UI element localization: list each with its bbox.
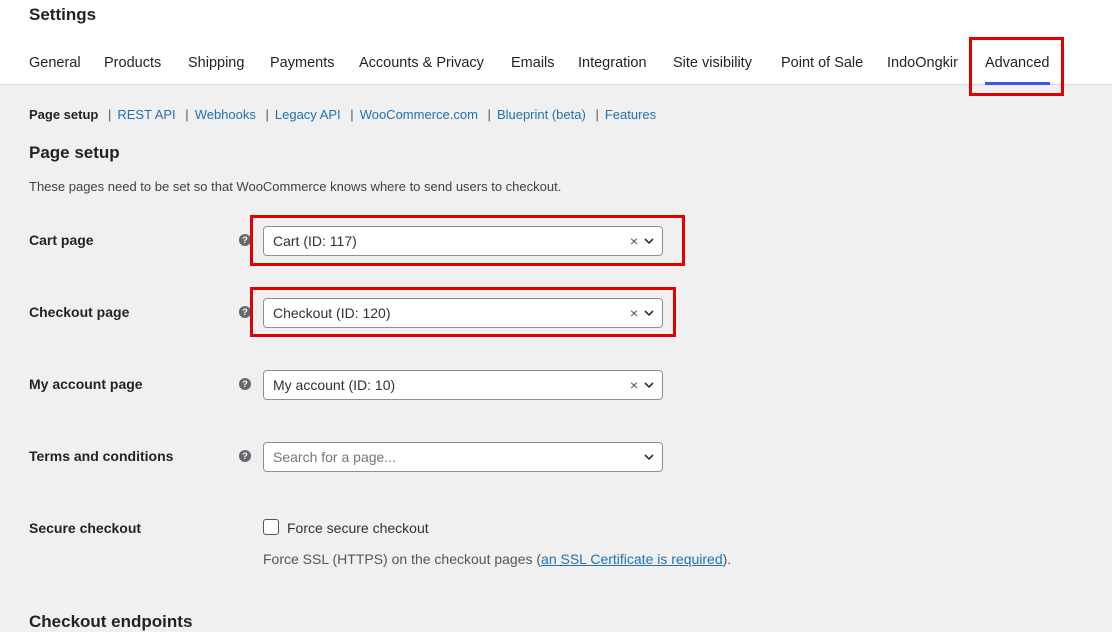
my-account-page-select[interactable]: My account (ID: 10) × [263,370,663,400]
subnav-current-page-setup: Page setup [29,107,99,122]
cart-page-value: Cart (ID: 117) [273,233,357,249]
help-icon[interactable]: ? [239,234,251,246]
chevron-down-icon [644,310,654,317]
page-title: Settings [29,5,97,24]
subnav-webhooks[interactable]: Webhooks [195,107,256,122]
help-icon[interactable]: ? [239,378,251,390]
clear-icon[interactable]: × [630,299,638,327]
tab-shipping[interactable]: Shipping [188,54,244,72]
section-description: These pages need to be set so that WooCo… [29,179,562,194]
cart-page-select[interactable]: Cart (ID: 117) × [263,226,663,256]
tab-general[interactable]: General [29,54,81,72]
clear-icon[interactable]: × [630,371,638,399]
tab-products[interactable]: Products [104,54,161,72]
help-icon[interactable]: ? [239,450,251,462]
active-tab-indicator [985,82,1050,85]
section-title: Page setup [29,143,120,162]
checkout-page-value: Checkout (ID: 120) [273,305,391,321]
subnav-blueprint[interactable]: Blueprint (beta) [497,107,586,122]
tab-site-visibility[interactable]: Site visibility [673,54,752,72]
subnav-features[interactable]: Features [605,107,656,122]
checkout-page-label: Checkout page [29,304,130,320]
my-account-page-value: My account (ID: 10) [273,377,396,393]
secure-checkout-label: Secure checkout [29,520,142,536]
tab-point-of-sale[interactable]: Point of Sale [781,54,863,72]
chevron-down-icon [644,382,654,389]
checkout-endpoints-heading: Checkout endpoints [29,612,193,631]
chevron-down-icon [644,454,654,461]
tab-payments[interactable]: Payments [270,54,334,72]
force-secure-checkout-label[interactable]: Force secure checkout [287,519,429,537]
ssl-certificate-link[interactable]: an SSL Certificate is required [541,551,723,567]
chevron-down-icon [644,238,654,245]
ssl-note: Force SSL (HTTPS) on the checkout pages … [263,551,732,567]
clear-icon[interactable]: × [630,227,638,255]
subnav-legacy-api[interactable]: Legacy API [275,107,341,122]
force-secure-checkout-checkbox[interactable] [263,519,279,535]
terms-conditions-label: Terms and conditions [29,448,174,464]
subnav-rest-api[interactable]: REST API [117,107,175,122]
my-account-page-label: My account page [29,376,143,392]
terms-conditions-select[interactable]: Search for a page... [263,442,663,472]
subnav-woocommerce-com[interactable]: WooCommerce.com [360,107,478,122]
tab-indoongkir[interactable]: IndoOngkir [887,54,958,72]
tab-emails[interactable]: Emails [511,54,555,72]
help-icon[interactable]: ? [239,306,251,318]
tab-integration[interactable]: Integration [578,54,647,72]
tab-advanced[interactable]: Advanced [985,54,1050,72]
settings-header: Settings General Products Shipping Payme… [0,0,1112,85]
tab-accounts-privacy[interactable]: Accounts & Privacy [359,54,484,72]
terms-conditions-placeholder: Search for a page... [273,449,396,465]
cart-page-label: Cart page [29,232,94,248]
checkout-page-select[interactable]: Checkout (ID: 120) × [263,298,663,328]
advanced-subnav: Page setup | REST API | Webhooks | Legacy A… [29,107,657,122]
